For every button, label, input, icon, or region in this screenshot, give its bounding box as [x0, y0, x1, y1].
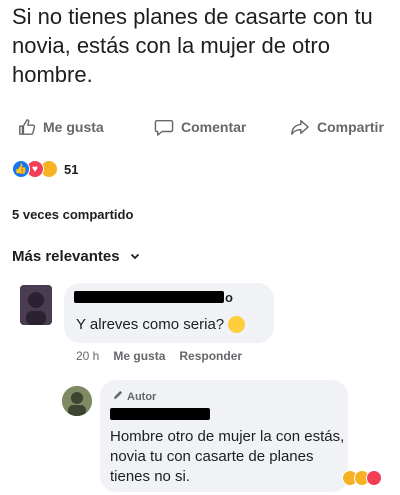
comment-time[interactable]: 20 h	[76, 349, 99, 363]
reply-reaction-summary[interactable]	[342, 470, 382, 486]
author-badge-label: Autor	[127, 391, 157, 403]
like-reaction-icon: 👍	[12, 160, 30, 178]
comment-reply-button[interactable]: Responder	[179, 349, 242, 363]
reply-bubble: Autor Hombre otro de mujer la con estás,…	[100, 380, 348, 492]
commenter-avatar[interactable]	[20, 285, 52, 325]
reply-text: Hombre otro de mujer la con estás, novia…	[110, 428, 345, 485]
comment-sort-dropdown[interactable]: Más relevantes	[12, 248, 140, 265]
author-avatar[interactable]	[62, 386, 92, 416]
thumbs-up-icon	[18, 118, 36, 136]
share-count[interactable]: 5 veces compartido	[12, 207, 133, 222]
redacted-name	[110, 408, 210, 420]
comment-like-button[interactable]: Me gusta	[113, 349, 165, 363]
comment-button[interactable]: Comentar	[154, 118, 246, 136]
share-button[interactable]: Compartir	[290, 118, 384, 136]
post-action-bar: Me gusta Comentar Compartir	[0, 112, 400, 142]
comment-label: Comentar	[181, 119, 247, 135]
post-text: Si no tienes planes de casarte con tu no…	[12, 4, 373, 87]
like-button[interactable]: Me gusta	[18, 118, 104, 136]
reaction-summary[interactable]: 👍 ♥ 51	[12, 160, 78, 178]
commenter-name[interactable]: o	[225, 290, 233, 305]
comment-meta: 20 h Me gusta Responder	[76, 349, 242, 363]
share-arrow-icon	[290, 118, 310, 136]
comment-bubble-icon	[154, 118, 174, 136]
love-reaction-icon	[366, 470, 382, 486]
like-label: Me gusta	[43, 119, 104, 135]
sort-label: Más relevantes	[12, 248, 120, 265]
comment-text: Y alreves como seria?	[76, 315, 246, 334]
author-badge: Autor	[112, 390, 156, 404]
pencil-icon	[112, 390, 123, 404]
redacted-name	[74, 291, 224, 303]
chevron-down-icon	[130, 248, 140, 265]
comment-bubble: o Y alreves como seria?	[64, 283, 274, 343]
reaction-count: 51	[64, 161, 79, 177]
share-label: Compartir	[317, 119, 384, 135]
thinking-face-icon	[228, 315, 246, 333]
